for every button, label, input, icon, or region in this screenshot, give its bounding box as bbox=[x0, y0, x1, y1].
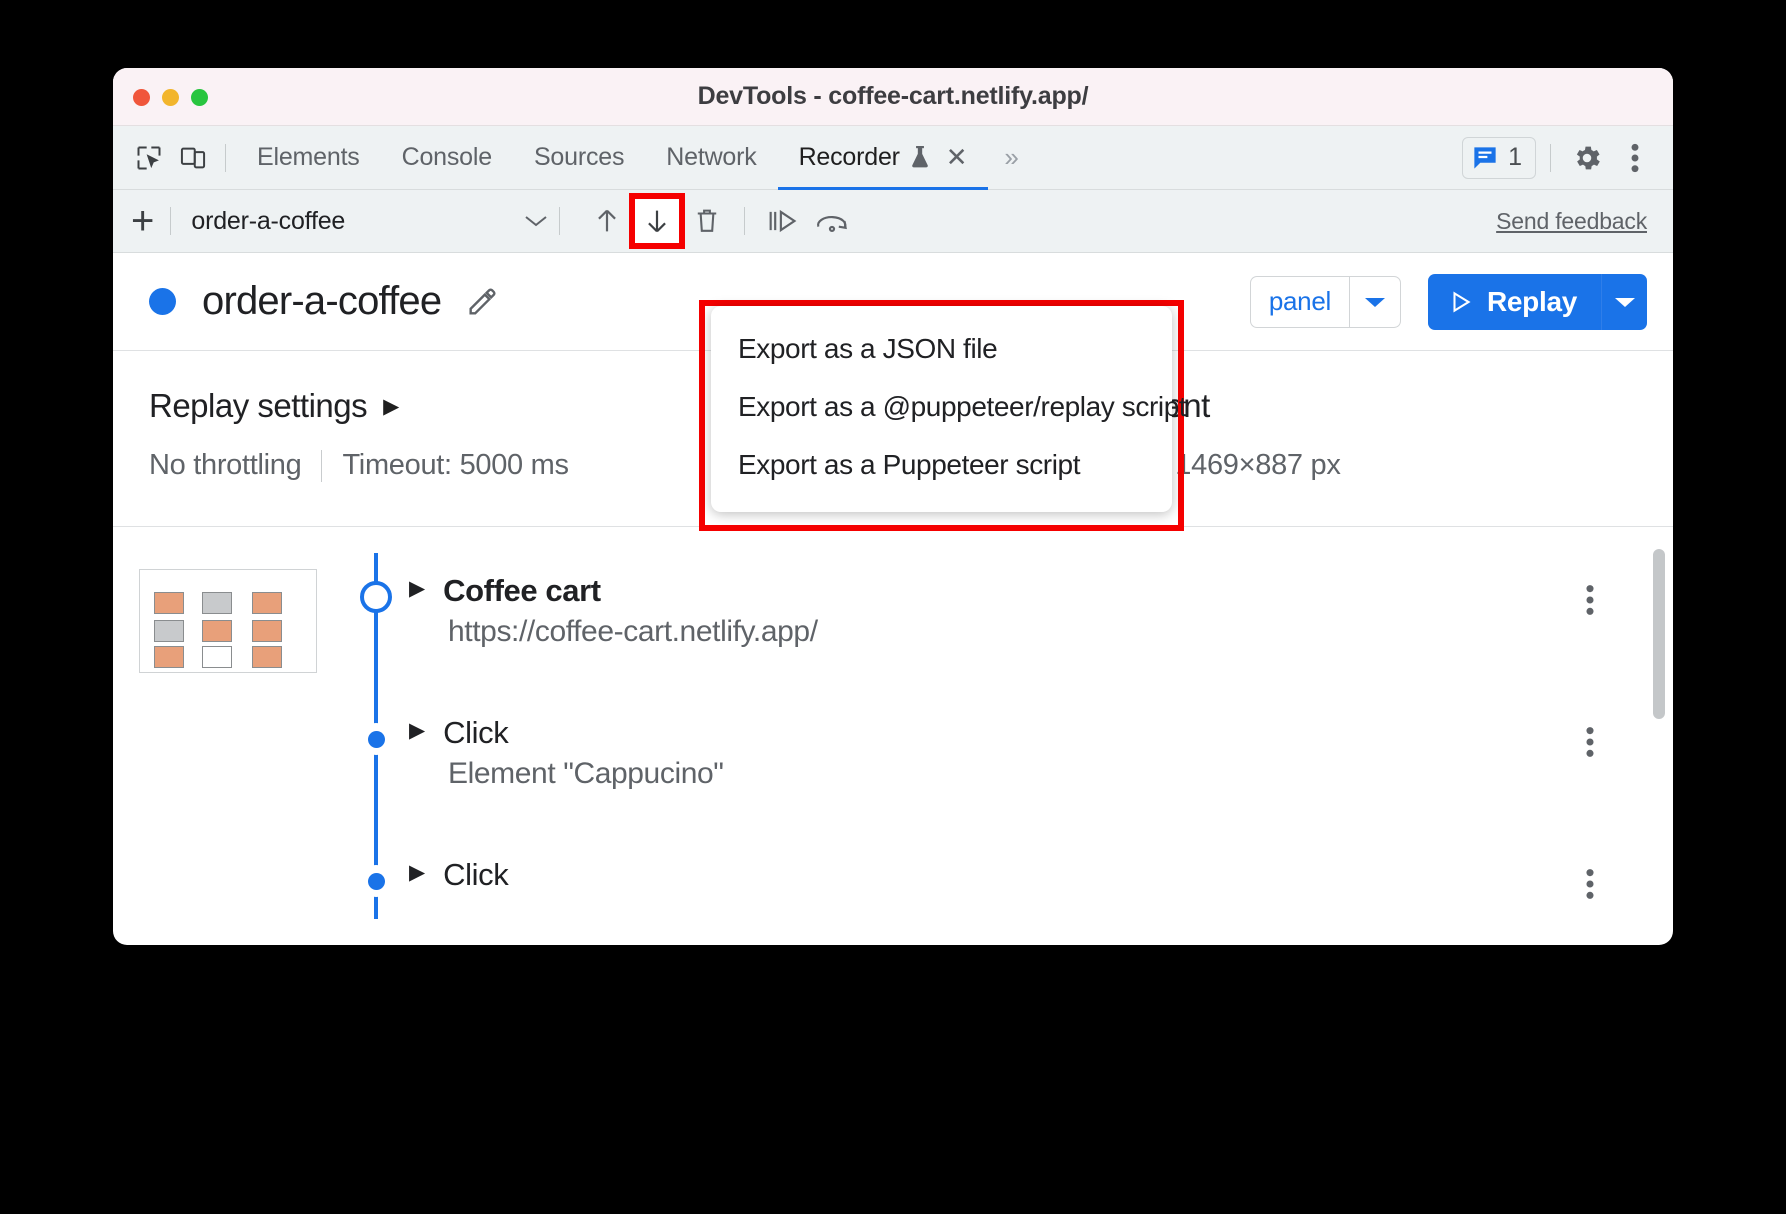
tab-recorder[interactable]: Recorder ✕ bbox=[778, 126, 989, 190]
throttling-value: No throttling bbox=[149, 449, 302, 481]
tab-label: Sources bbox=[533, 143, 625, 171]
page-screenshot-thumbnail bbox=[139, 569, 317, 673]
steps-list[interactable]: ▶ Coffee cart https://coffee-cart.netlif… bbox=[113, 527, 1673, 919]
chevron-down-icon bbox=[523, 213, 549, 229]
inspect-element-icon[interactable] bbox=[127, 136, 171, 180]
expand-step-icon[interactable]: ▶ bbox=[409, 715, 425, 747]
recorder-toolbar: + order-a-coffee Send feedback bbox=[113, 190, 1673, 253]
export-menu[interactable]: Export as a JSON file Export as a @puppe… bbox=[711, 306, 1187, 512]
step-title: Click bbox=[443, 857, 509, 892]
tab-sources[interactable]: Sources bbox=[513, 126, 645, 190]
devtools-tabbar: Elements Console Sources Network Recorde… bbox=[113, 126, 1673, 190]
menu-item-export-puppeteer-replay[interactable]: Export as a @puppeteer/replay script bbox=[711, 378, 1187, 436]
close-icon[interactable]: ✕ bbox=[946, 142, 968, 173]
export-recording-icon[interactable] bbox=[629, 193, 686, 249]
replay-dropdown[interactable] bbox=[1601, 273, 1647, 330]
replay-settings-label: Replay settings bbox=[149, 387, 368, 424]
tab-label: Console bbox=[401, 143, 493, 171]
message-badge[interactable]: 1 bbox=[1462, 136, 1536, 179]
pencil-icon[interactable] bbox=[465, 285, 499, 319]
timeline-col bbox=[343, 553, 409, 695]
step-body: ▶ Coffee cart https://coffee-cart.netlif… bbox=[409, 553, 1673, 695]
window-title: DevTools - coffee-cart.netlify.app/ bbox=[697, 82, 1089, 110]
menu-item-export-puppeteer[interactable]: Export as a Puppeteer script bbox=[711, 436, 1172, 494]
devtools-window: DevTools - coffee-cart.netlify.app/ Elem… bbox=[113, 68, 1673, 945]
show-panel-dropdown[interactable] bbox=[1348, 275, 1401, 328]
toolbar-divider-1 bbox=[170, 207, 172, 235]
recording-status-dot bbox=[149, 288, 176, 315]
tab-label: Network bbox=[666, 143, 757, 171]
expand-step-icon[interactable]: ▶ bbox=[409, 857, 425, 889]
zoom-window-button[interactable] bbox=[191, 89, 208, 106]
timeline-line bbox=[374, 695, 378, 837]
viewport-value: 1469×887 px bbox=[1175, 449, 1341, 481]
tab-label: Recorder bbox=[798, 143, 900, 171]
traffic-lights bbox=[133, 89, 208, 106]
timeline-node bbox=[360, 865, 392, 897]
selected-recording-label: order-a-coffee bbox=[191, 206, 346, 235]
expand-step-icon[interactable]: ▶ bbox=[409, 573, 425, 605]
timeline-line bbox=[374, 553, 378, 695]
window-titlebar: DevTools - coffee-cart.netlify.app/ bbox=[113, 68, 1673, 126]
replay-button[interactable]: Replay bbox=[1427, 273, 1601, 330]
send-feedback-link[interactable]: Send feedback bbox=[1496, 208, 1647, 235]
import-recording-icon[interactable] bbox=[584, 198, 630, 244]
message-count: 1 bbox=[1508, 143, 1522, 171]
step-thumbnail-cell bbox=[113, 553, 343, 695]
step-body: ▶ Click Element "Cappucino" bbox=[409, 695, 1673, 837]
toolbar-divider-2 bbox=[559, 207, 561, 235]
play-icon bbox=[1448, 289, 1474, 315]
timeline-col bbox=[343, 695, 409, 837]
minimize-window-button[interactable] bbox=[162, 89, 179, 106]
device-toolbar-icon[interactable] bbox=[171, 136, 215, 180]
tabbar-divider bbox=[225, 143, 226, 172]
tab-elements[interactable]: Elements bbox=[236, 126, 381, 190]
step-thumbnail-cell bbox=[113, 695, 343, 837]
step-menu-icon[interactable] bbox=[1585, 867, 1595, 901]
experiment-flask-icon bbox=[909, 145, 931, 170]
step-over-icon[interactable] bbox=[759, 198, 805, 244]
message-icon bbox=[1472, 145, 1498, 171]
timeline-node bbox=[360, 723, 392, 755]
recording-selector[interactable]: order-a-coffee bbox=[191, 207, 549, 236]
menu-item-export-json[interactable]: Export as a JSON file bbox=[711, 320, 1172, 378]
right-divider bbox=[1550, 143, 1551, 172]
steps-scrollbar[interactable] bbox=[1653, 549, 1665, 719]
step-body: ▶ Click bbox=[409, 837, 1673, 919]
page-title: order-a-coffee bbox=[202, 279, 442, 323]
timeline-node-start bbox=[360, 581, 392, 613]
replay-label: Replay bbox=[1486, 285, 1577, 317]
show-panel-label: panel bbox=[1268, 286, 1331, 316]
toolbar-divider-3 bbox=[744, 207, 746, 235]
timeout-value: Timeout: 5000 ms bbox=[342, 449, 569, 481]
step-title: Coffee cart bbox=[443, 573, 601, 608]
list-item[interactable]: ▶ Coffee cart https://coffee-cart.netlif… bbox=[113, 553, 1673, 695]
tab-console[interactable]: Console bbox=[381, 126, 513, 190]
tab-label: Elements bbox=[257, 143, 360, 171]
kebab-menu-icon[interactable] bbox=[1613, 136, 1657, 180]
step-menu-icon[interactable] bbox=[1585, 583, 1595, 617]
timeline-col bbox=[343, 837, 409, 919]
step-menu-icon[interactable] bbox=[1585, 725, 1595, 759]
delete-recording-icon[interactable] bbox=[684, 198, 730, 244]
show-panel-button[interactable]: panel bbox=[1249, 275, 1349, 328]
value-divider bbox=[321, 449, 323, 482]
screenshot-root: DevTools - coffee-cart.netlify.app/ Elem… bbox=[0, 0, 1786, 1214]
close-window-button[interactable] bbox=[133, 89, 150, 106]
replay-loop-icon[interactable] bbox=[809, 198, 855, 244]
step-subtitle: https://coffee-cart.netlify.app/ bbox=[448, 615, 818, 648]
caret-right-icon: ▶ bbox=[383, 394, 399, 418]
step-subtitle: Element "Cappucino" bbox=[448, 757, 724, 790]
list-item[interactable]: ▶ Click Element "Cappucino" bbox=[113, 695, 1673, 837]
step-thumbnail-cell bbox=[113, 837, 343, 919]
tabbar-right-actions: 1 bbox=[1462, 136, 1657, 180]
list-item[interactable]: ▶ Click bbox=[113, 837, 1673, 919]
step-title: Click bbox=[443, 715, 509, 750]
add-recording-button[interactable]: + bbox=[131, 201, 154, 241]
recording-header-actions: panel Replay bbox=[1249, 273, 1647, 330]
gear-icon[interactable] bbox=[1565, 136, 1609, 180]
recorder-actions bbox=[584, 193, 855, 249]
tab-network[interactable]: Network bbox=[645, 126, 777, 190]
more-tabs-icon[interactable]: » bbox=[988, 142, 1034, 173]
